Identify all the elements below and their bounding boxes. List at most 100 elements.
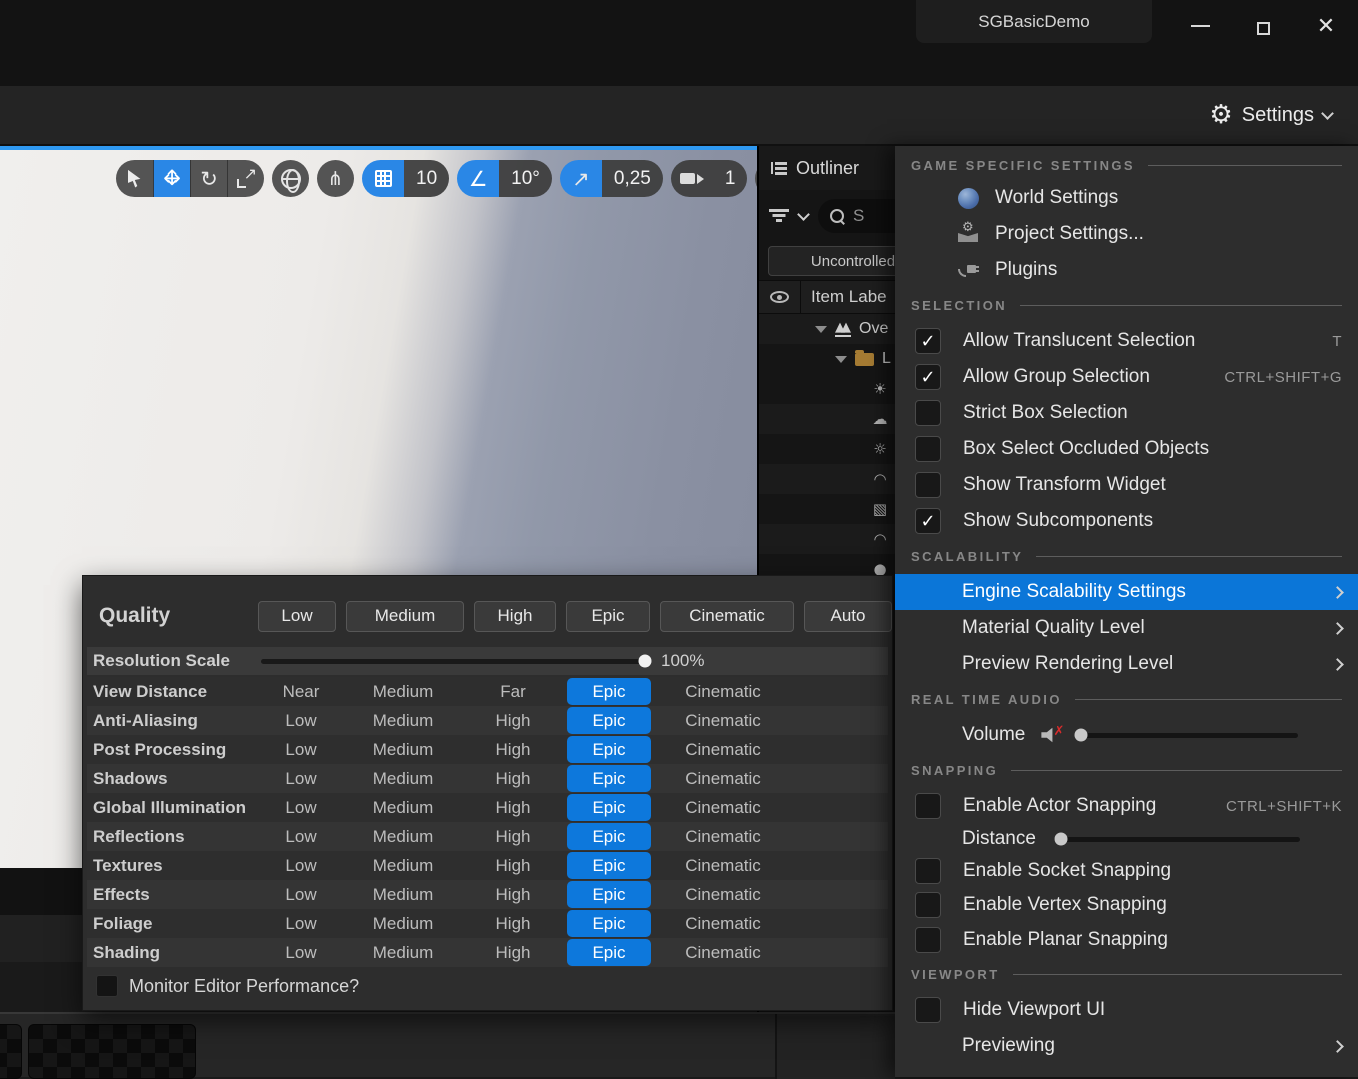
checkbox[interactable]	[915, 997, 941, 1023]
checkbox[interactable]	[915, 858, 941, 884]
quality-level-high[interactable]: High	[461, 707, 565, 734]
menu-item-show-subcomponents[interactable]: Show Subcomponents	[895, 503, 1358, 539]
menu-item-enable-planar-snapping[interactable]: Enable Planar Snapping	[895, 922, 1358, 957]
grid-snap-value[interactable]: 10	[404, 160, 449, 197]
quality-level-medium[interactable]: Medium	[345, 910, 461, 937]
quality-level-medium[interactable]: Medium	[345, 881, 461, 908]
quality-preset-low[interactable]: Low	[258, 601, 336, 632]
checkbox[interactable]	[915, 364, 941, 390]
quality-level-epic[interactable]: Epic	[567, 794, 651, 821]
angle-snap-toggle[interactable]: ∠	[457, 160, 499, 197]
quality-level-medium[interactable]: Medium	[345, 707, 461, 734]
rotate-tool-button[interactable]: ↻	[190, 160, 227, 197]
surface-snapping-button[interactable]: ⋔	[317, 160, 354, 197]
checkbox[interactable]	[915, 472, 941, 498]
move-tool-button[interactable]: ↔↕	[153, 160, 190, 197]
quality-level-low[interactable]: Low	[257, 823, 345, 850]
menu-item-enable-socket-snapping[interactable]: Enable Socket Snapping	[895, 854, 1358, 887]
expand-arrow-icon[interactable]	[815, 326, 827, 333]
camera-speed-toggle[interactable]	[671, 160, 713, 197]
quality-level-low[interactable]: Low	[257, 736, 345, 763]
quality-level-high[interactable]: High	[461, 881, 565, 908]
visibility-column[interactable]	[759, 281, 801, 313]
quality-level-high[interactable]: High	[461, 765, 565, 792]
checkbox[interactable]	[915, 400, 941, 426]
quality-level-low[interactable]: Low	[257, 765, 345, 792]
scale-snap-value[interactable]: 0,25	[602, 160, 663, 197]
quality-level-cinematic[interactable]: Cinematic	[653, 823, 793, 850]
quality-level-cinematic[interactable]: Cinematic	[653, 852, 793, 879]
quality-level-epic[interactable]: Epic	[567, 939, 651, 966]
quality-level-low[interactable]: Low	[257, 852, 345, 879]
quality-level-high[interactable]: High	[461, 794, 565, 821]
minimize-button[interactable]	[1180, 8, 1220, 44]
grid-snap-toggle[interactable]	[362, 160, 404, 197]
settings-dropdown-button[interactable]: ⚙ Settings	[1209, 102, 1332, 128]
quality-level-cinematic[interactable]: Cinematic	[653, 794, 793, 821]
menu-item-show-transform-widget[interactable]: Show Transform Widget	[895, 467, 1358, 503]
quality-level-high[interactable]: High	[461, 736, 565, 763]
quality-level-medium[interactable]: Medium	[345, 678, 461, 705]
checkbox[interactable]	[915, 328, 941, 354]
quality-level-medium[interactable]: Medium	[345, 823, 461, 850]
quality-level-epic[interactable]: Epic	[567, 823, 651, 850]
window-title-tab[interactable]: SGBasicDemo	[916, 0, 1152, 43]
quality-level-cinematic[interactable]: Cinematic	[653, 939, 793, 966]
quality-level-low[interactable]: Low	[257, 794, 345, 821]
quality-level-high[interactable]: High	[461, 910, 565, 937]
filter-icon[interactable]	[769, 209, 789, 223]
grid-snap-control[interactable]: 10	[362, 160, 449, 197]
quality-level-low[interactable]: Low	[257, 707, 345, 734]
angle-snap-value[interactable]: 10°	[499, 160, 552, 197]
quality-level-epic[interactable]: Epic	[567, 765, 651, 792]
menu-item-material-quality-level[interactable]: Material Quality Level	[895, 610, 1358, 646]
checkbox[interactable]	[915, 793, 941, 819]
menu-item-world-settings[interactable]: World Settings	[895, 180, 1358, 216]
quality-level-cinematic[interactable]: Cinematic	[653, 736, 793, 763]
quality-level-high[interactable]: High	[461, 852, 565, 879]
slider-knob[interactable]	[639, 655, 652, 668]
close-button[interactable]: ✕	[1306, 8, 1346, 44]
checkbox[interactable]	[915, 927, 941, 953]
muted-speaker-icon[interactable]	[1041, 727, 1058, 743]
select-tool-button[interactable]	[116, 160, 153, 197]
quality-level-cinematic[interactable]: Cinematic	[653, 910, 793, 937]
quality-level-medium[interactable]: Medium	[345, 852, 461, 879]
asset-thumbnail[interactable]	[0, 1024, 22, 1079]
menu-item-engine-scalability-settings[interactable]: Engine Scalability Settings	[895, 574, 1358, 610]
coordinate-system-button[interactable]	[272, 160, 309, 197]
quality-level-medium[interactable]: Medium	[345, 939, 461, 966]
camera-speed-control[interactable]: 1	[671, 160, 748, 197]
scale-snap-toggle[interactable]: ↗	[560, 160, 602, 197]
quality-level-low[interactable]: Low	[257, 910, 345, 937]
asset-thumbnail[interactable]	[28, 1024, 196, 1079]
quality-preset-epic[interactable]: Epic	[566, 601, 650, 632]
slider-knob[interactable]	[1074, 729, 1087, 742]
item-label-column-header[interactable]: Item Labe	[801, 287, 887, 307]
quality-level-epic[interactable]: Epic	[567, 852, 651, 879]
quality-preset-high[interactable]: High	[474, 601, 556, 632]
quality-level-cinematic[interactable]: Cinematic	[653, 765, 793, 792]
quality-level-epic[interactable]: Epic	[567, 678, 651, 705]
menu-item-hide-viewport-ui[interactable]: Hide Viewport UI	[895, 992, 1358, 1028]
menu-item-enable-actor-snapping[interactable]: Enable Actor Snapping CTRL+SHIFT+K	[895, 788, 1358, 824]
quality-level-high[interactable]: High	[461, 823, 565, 850]
menu-item-box-select-occluded[interactable]: Box Select Occluded Objects	[895, 431, 1358, 467]
menu-item-strict-box-selection[interactable]: Strict Box Selection	[895, 395, 1358, 431]
quality-level-epic[interactable]: Epic	[567, 910, 651, 937]
menu-item-project-settings[interactable]: Project Settings...	[895, 216, 1358, 252]
menu-item-previewing[interactable]: Previewing	[895, 1028, 1358, 1064]
resolution-scale-slider[interactable]	[261, 659, 645, 664]
checkbox[interactable]	[915, 436, 941, 462]
quality-level-epic[interactable]: Epic	[567, 881, 651, 908]
quality-level-far[interactable]: Far	[461, 678, 565, 705]
camera-speed-value[interactable]: 1	[713, 160, 748, 197]
filter-chevron-icon[interactable]	[797, 208, 810, 221]
quality-level-epic[interactable]: Epic	[567, 736, 651, 763]
angle-snap-control[interactable]: ∠ 10°	[457, 160, 552, 197]
quality-level-epic[interactable]: Epic	[567, 707, 651, 734]
quality-level-cinematic[interactable]: Cinematic	[653, 678, 793, 705]
quality-level-high[interactable]: High	[461, 939, 565, 966]
slider-knob[interactable]	[1055, 833, 1068, 846]
quality-preset-cinematic[interactable]: Cinematic	[660, 601, 794, 632]
